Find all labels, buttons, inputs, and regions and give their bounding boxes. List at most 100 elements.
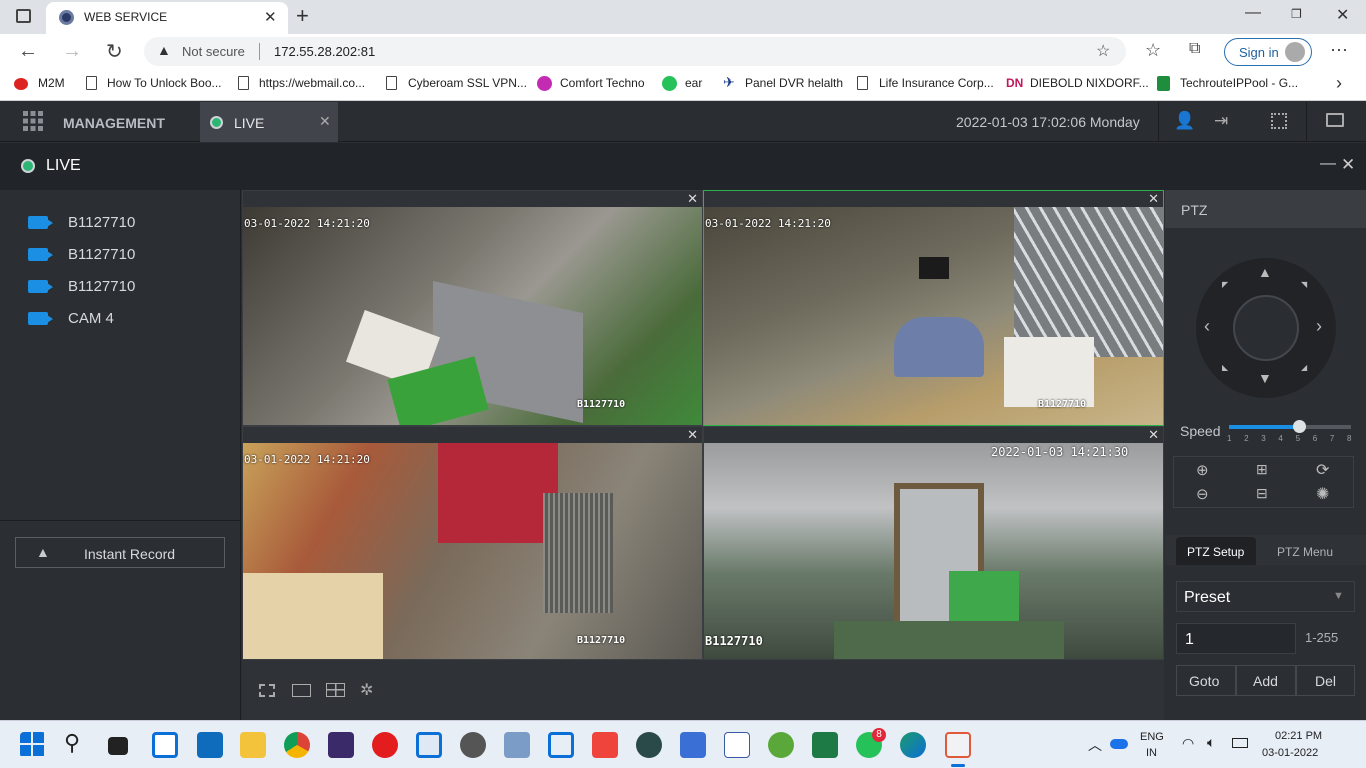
speed-slider[interactable] bbox=[1229, 420, 1351, 433]
video-pane-3[interactable]: ✕ 03-01-2022 14:21:20 B1127710 bbox=[242, 426, 703, 660]
goto-button[interactable]: Goto bbox=[1176, 665, 1236, 696]
delete-preset-button[interactable]: Del bbox=[1296, 665, 1355, 696]
up-left-arrow-icon[interactable]: ◤ bbox=[1222, 280, 1228, 289]
bookmark-m2m[interactable]: M2M bbox=[38, 76, 65, 90]
zoom-in-icon[interactable]: ⊕ bbox=[1196, 461, 1209, 479]
outlook-icon[interactable] bbox=[197, 732, 223, 758]
camera-item[interactable]: B1127710 bbox=[28, 278, 228, 298]
bookmark-diebold[interactable]: DIEBOLD NIXDORF... bbox=[1030, 76, 1149, 90]
omnibox[interactable]: ▲ Not secure 172.55.28.202:81 ☆ bbox=[144, 37, 1126, 66]
sign-in-button[interactable]: Sign in bbox=[1224, 38, 1312, 66]
tab-close-icon[interactable]: ✕ bbox=[264, 8, 277, 26]
clock-date[interactable]: 03-01-2022 bbox=[1262, 747, 1318, 759]
bookmark-webmail[interactable]: https://webmail.co... bbox=[259, 76, 365, 90]
file-explorer-icon[interactable] bbox=[240, 732, 266, 758]
calculator-icon[interactable] bbox=[680, 732, 706, 758]
down-arrow-icon[interactable]: ▼ bbox=[1258, 370, 1272, 386]
network-app-icon[interactable] bbox=[504, 732, 530, 758]
tab-ptz-setup[interactable]: PTZ Setup bbox=[1176, 537, 1256, 565]
tab-actions-icon[interactable] bbox=[16, 9, 31, 23]
bookmark-panel[interactable]: Panel DVR helalth bbox=[745, 76, 843, 90]
minimize-icon[interactable]: — bbox=[1245, 4, 1261, 22]
pane-close-icon[interactable]: ✕ bbox=[1148, 191, 1159, 207]
ptz-center-button[interactable] bbox=[1233, 295, 1299, 361]
video-pane-4[interactable]: ✕ 2022-01-03 14:21:30 B1127710 bbox=[703, 426, 1164, 660]
microchip-icon[interactable] bbox=[372, 732, 398, 758]
browser-tab[interactable]: WEB SERVICE ✕ bbox=[46, 2, 288, 34]
down-right-arrow-icon[interactable]: ◢ bbox=[1301, 363, 1307, 372]
tab-ptz-menu[interactable]: PTZ Menu bbox=[1277, 545, 1333, 559]
live-tab-close-icon[interactable]: ✕ bbox=[319, 113, 331, 130]
management-menu[interactable]: MANAGEMENT bbox=[63, 115, 165, 131]
video-pane-2[interactable]: ✕ 03-01-2022 14:21:20 B1127710 bbox=[703, 190, 1164, 426]
ptz-direction-pad[interactable]: ▲ ▼ ‹ › ◤ ◥ ◣ ◢ bbox=[1196, 258, 1336, 398]
edge-icon[interactable] bbox=[900, 732, 926, 758]
bookmark-comfort[interactable]: Comfort Techno bbox=[560, 76, 645, 90]
video-pane-1[interactable]: ✕ 03-01-2022 14:21:20 B1127710 bbox=[242, 190, 703, 426]
start-icon[interactable] bbox=[20, 732, 46, 758]
preset-select[interactable]: Preset ▼ bbox=[1176, 581, 1355, 612]
back-icon[interactable]: ← bbox=[18, 40, 38, 63]
up-arrow-icon[interactable]: ▲ bbox=[1258, 264, 1272, 280]
app-window-icon[interactable] bbox=[416, 732, 442, 758]
quad-layout-icon[interactable] bbox=[326, 683, 345, 697]
lang-in[interactable]: IN bbox=[1146, 747, 1157, 759]
bookmark-lic[interactable]: Life Insurance Corp... bbox=[879, 76, 994, 90]
zoom-out-icon[interactable]: ⊖ bbox=[1196, 485, 1209, 503]
more-icon[interactable]: ⋯ bbox=[1330, 40, 1348, 61]
pane-close-icon[interactable]: ✕ bbox=[687, 191, 698, 207]
fullscreen-icon[interactable] bbox=[259, 684, 275, 697]
window-app-icon[interactable] bbox=[548, 732, 574, 758]
instant-record-button[interactable]: ▲ Instant Record bbox=[15, 537, 225, 568]
wifi-icon[interactable]: ◠ bbox=[1182, 735, 1194, 752]
bookmarks-overflow-icon[interactable]: › bbox=[1336, 73, 1342, 94]
restore-icon[interactable]: ❐ bbox=[1291, 7, 1302, 21]
gear-app-icon[interactable] bbox=[636, 732, 662, 758]
battery-icon[interactable] bbox=[1232, 738, 1248, 748]
search-icon[interactable]: ⚲ bbox=[64, 730, 80, 756]
snipping-tool-icon[interactable] bbox=[945, 732, 971, 758]
preset-number-input[interactable]: 1 bbox=[1176, 623, 1296, 654]
settings-icon[interactable]: ✲ bbox=[360, 680, 373, 700]
qr-code-icon[interactable] bbox=[1271, 113, 1287, 129]
logout-icon[interactable]: ⇥ bbox=[1214, 111, 1228, 131]
lang-eng[interactable]: ENG bbox=[1140, 731, 1164, 743]
camera-item[interactable]: CAM 4 bbox=[28, 310, 228, 330]
left-arrow-icon[interactable]: ‹ bbox=[1204, 316, 1210, 337]
speed-slider-handle[interactable] bbox=[1292, 420, 1306, 433]
collections-icon[interactable]: ⧉ bbox=[1189, 40, 1200, 58]
focus-far-icon[interactable]: ⊟ bbox=[1256, 485, 1268, 502]
volume-icon[interactable]: 🔈︎ bbox=[1207, 734, 1215, 751]
add-preset-button[interactable]: Add bbox=[1236, 665, 1296, 696]
focus-near-icon[interactable]: ⊞ bbox=[1256, 461, 1268, 478]
monitor-icon[interactable] bbox=[1326, 113, 1344, 127]
add-favorite-icon[interactable]: ☆ bbox=[1096, 41, 1110, 61]
anydesk-icon[interactable] bbox=[592, 732, 618, 758]
camera-item[interactable]: B1127710 bbox=[28, 214, 228, 234]
grid-menu-icon[interactable] bbox=[23, 111, 43, 131]
chrome-icon[interactable] bbox=[284, 732, 310, 758]
panel-minimize-icon[interactable]: — bbox=[1320, 155, 1336, 173]
camera-item[interactable]: B1127710 bbox=[28, 246, 228, 266]
panel-close-icon[interactable]: ✕ bbox=[1341, 155, 1355, 175]
app-icon[interactable] bbox=[328, 732, 354, 758]
pane-close-icon[interactable]: ✕ bbox=[687, 427, 698, 443]
favorites-icon[interactable]: ☆ bbox=[1145, 40, 1161, 61]
refresh-icon[interactable]: ↻ bbox=[106, 39, 123, 64]
forward-icon[interactable]: → bbox=[62, 40, 82, 63]
window-close-icon[interactable]: ✕ bbox=[1336, 5, 1349, 25]
onedrive-icon[interactable] bbox=[1110, 739, 1128, 749]
excel-icon[interactable] bbox=[812, 732, 838, 758]
new-tab-icon[interactable]: + bbox=[296, 3, 309, 29]
settings-wheel-icon[interactable] bbox=[460, 732, 486, 758]
iris-open-icon[interactable]: ⟳ bbox=[1316, 460, 1329, 480]
bookmark-ear[interactable]: ear bbox=[685, 76, 702, 90]
clock-time[interactable]: 02:21 PM bbox=[1275, 730, 1322, 742]
chevron-up-icon[interactable]: ︿ bbox=[1088, 735, 1102, 755]
comfort-app-icon[interactable] bbox=[724, 732, 750, 758]
user-icon[interactable]: 👤 bbox=[1174, 111, 1195, 131]
right-arrow-icon[interactable]: › bbox=[1316, 316, 1322, 337]
bookmark-techroute[interactable]: TechrouteIPPool - G... bbox=[1180, 76, 1298, 90]
down-left-arrow-icon[interactable]: ◣ bbox=[1222, 363, 1228, 372]
widgets-icon[interactable] bbox=[152, 732, 178, 758]
